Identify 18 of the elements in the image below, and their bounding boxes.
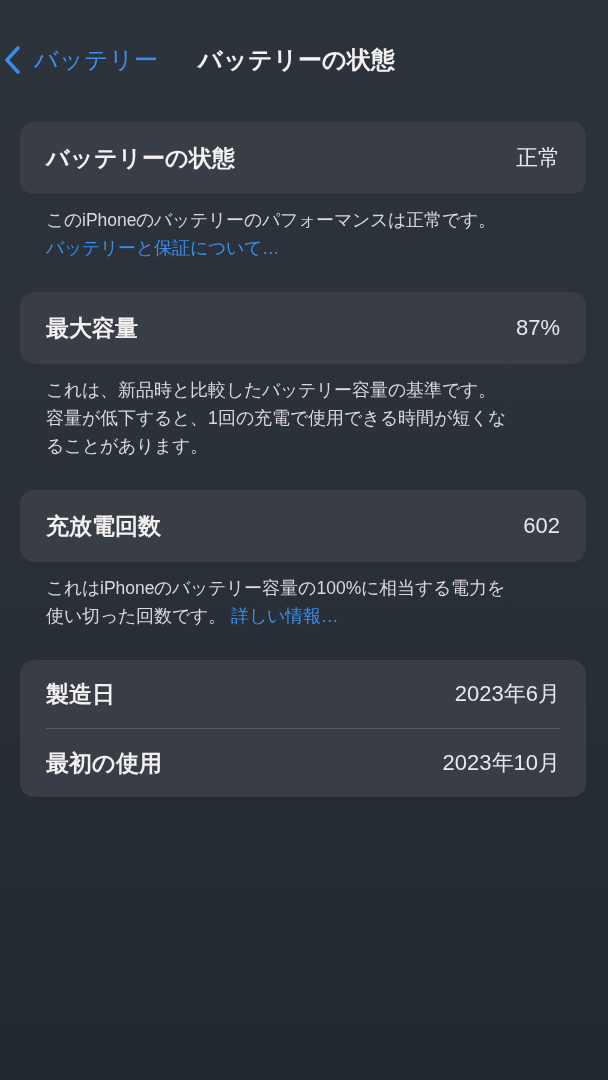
setting-value: 87%: [515, 315, 560, 341]
setting-label: 最大容量: [46, 313, 138, 343]
info-link[interactable]: 詳しい情報…: [230, 606, 339, 626]
info-link[interactable]: バッテリーと保証について…: [46, 238, 280, 258]
back-button[interactable]: バッテリー: [4, 44, 158, 76]
page-title: バッテリーの状態: [198, 45, 395, 75]
setting-label: 最初の使用: [46, 748, 162, 778]
footer-note: このiPhoneのバッテリーのパフォーマンスは正常です。 バッテリーと保証について…: [45, 209, 498, 260]
setting-value: 正常: [516, 144, 560, 172]
setting-value: 602: [523, 513, 560, 539]
setting-label: バッテリーの状態: [46, 143, 235, 173]
chevron-left-icon: [4, 46, 20, 74]
setting-value: 2023年6月: [454, 680, 560, 708]
footer-note: これはiPhoneのバッテリー容量の100%に相当する電力を使い切った回数です。 詳しい情報…: [45, 577, 507, 628]
setting-label: 製造日: [46, 679, 115, 709]
setting-value: 2023年10月: [442, 749, 560, 777]
setting-label: 充放電回数: [46, 511, 161, 541]
footer-note: これは、新品時と比較したバッテリー容量の基準です。容量が低下すると、1回の充電で使用できる時間が短くなることがあります。: [45, 379, 507, 458]
